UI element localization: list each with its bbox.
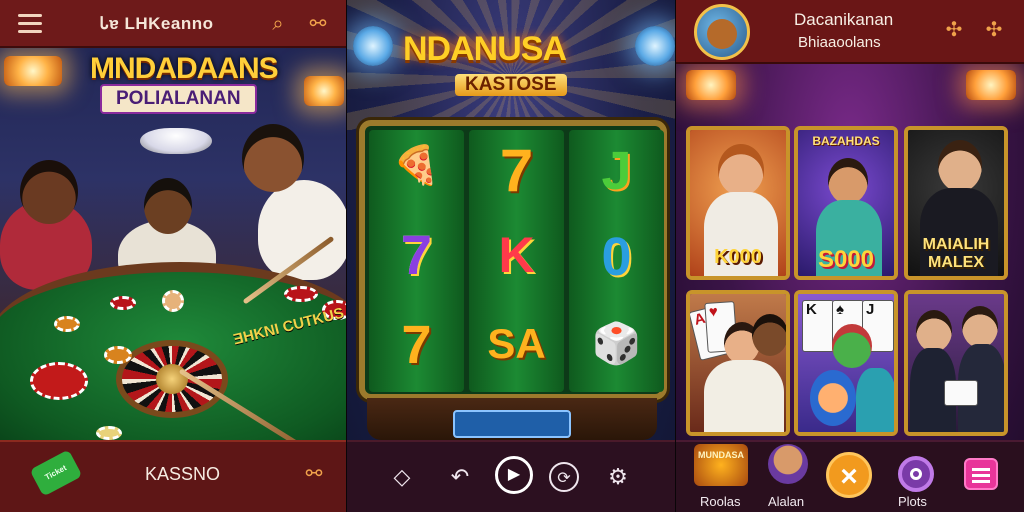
game-card-baccarat[interactable] bbox=[904, 290, 1008, 436]
settings-icon[interactable]: ⚙ bbox=[603, 462, 633, 492]
stage-light bbox=[4, 56, 62, 86]
casino-chip bbox=[110, 296, 136, 310]
casino-chip bbox=[162, 290, 184, 312]
seven-symbol: 7 bbox=[499, 137, 534, 204]
player-woman-head bbox=[20, 160, 78, 224]
hamburger-icon[interactable] bbox=[18, 14, 42, 34]
casino-chip bbox=[30, 362, 88, 400]
bottom-nav-avatar[interactable] bbox=[768, 444, 808, 484]
reel-3: J 0 🎲 bbox=[569, 130, 664, 392]
player-man-right bbox=[258, 180, 347, 280]
zero-symbol: 0 bbox=[601, 227, 632, 287]
game-card-jackpot[interactable]: K000 bbox=[686, 126, 790, 280]
sa-symbol: SA bbox=[487, 320, 546, 367]
card-title: BAZAHDAS bbox=[812, 134, 880, 148]
king-symbol: K bbox=[498, 227, 535, 283]
casino-table-screen: Ꮣɐ LHKeanno ⌕ ⚯ MNDADAANS POLIALANAN ƎHK… bbox=[0, 0, 347, 512]
pizza-symbol: 🍕 bbox=[392, 145, 441, 187]
game-card-poker[interactable]: A ♥ bbox=[686, 290, 790, 436]
menu-card-icon[interactable] bbox=[964, 458, 998, 490]
reel-2: 7 K SA bbox=[469, 130, 564, 392]
search-icon[interactable]: ⌕ bbox=[266, 12, 290, 36]
spin-button[interactable] bbox=[453, 410, 571, 438]
game-card-bonus[interactable]: BAZAHDAS S000 bbox=[794, 126, 898, 280]
stage-light bbox=[966, 70, 1016, 100]
player-man-center-head bbox=[144, 178, 192, 234]
dice-symbol: 🎲 bbox=[591, 322, 642, 366]
stage-light bbox=[635, 26, 675, 66]
undo-icon[interactable]: ↶ bbox=[445, 462, 475, 492]
reel-1: 🍕 7 7 bbox=[369, 130, 464, 392]
player-man-right-head bbox=[242, 124, 304, 192]
paper-note bbox=[944, 380, 978, 406]
bottom-nav-label: Roolas bbox=[700, 494, 741, 509]
top-bar: Dacanikanan Bhiaaoolans ✣ ✣ bbox=[676, 0, 1024, 64]
share-icon[interactable]: ✣ bbox=[982, 18, 1006, 42]
stage-light bbox=[304, 76, 344, 106]
seven-symbol: 7 bbox=[401, 315, 432, 375]
slot-logo-title: NDANUSA bbox=[403, 30, 567, 68]
game-card-dealer[interactable]: MAIALIH MALEX bbox=[904, 126, 1008, 280]
playing-card: K bbox=[802, 300, 834, 352]
slot-reels: 🍕 7 7 7 K SA J 0 🎲 bbox=[359, 120, 667, 400]
share-icon[interactable]: ⚯ bbox=[306, 12, 330, 36]
ceiling-lamp bbox=[140, 128, 212, 154]
settings-icon[interactable]: ✣ bbox=[942, 18, 966, 42]
bottom-nav-label: Alalan bbox=[768, 494, 805, 509]
page-subtitle: Bhiaaoolans bbox=[798, 34, 881, 51]
promo-logo-subtitle: POLIALANAN bbox=[100, 84, 257, 114]
stage-light bbox=[353, 26, 393, 66]
share-icon[interactable]: ⚯ bbox=[302, 462, 326, 486]
promo-logo-title: MNDADAANS bbox=[90, 52, 279, 85]
bottom-nav-label: Plots bbox=[898, 494, 927, 509]
play-icon[interactable]: ▶ bbox=[495, 456, 533, 494]
bottom-bar-label[interactable]: KASSNO bbox=[145, 464, 220, 485]
card-amount: MAIALIH MALEX bbox=[922, 236, 990, 271]
casino-chip bbox=[54, 316, 80, 332]
roulette-wheel[interactable] bbox=[116, 340, 228, 418]
card-amount: S000 bbox=[817, 246, 875, 273]
top-bar: Ꮣɐ LHKeanno ⌕ ⚯ bbox=[0, 0, 347, 48]
ring-icon[interactable] bbox=[898, 456, 934, 492]
seven-symbol: 7 bbox=[400, 223, 433, 286]
casino-chip bbox=[96, 426, 122, 440]
casino-chip bbox=[284, 286, 318, 302]
bottom-nav-games[interactable]: MUNDASA bbox=[694, 444, 748, 486]
slot-logo-subtitle: KASTOSE bbox=[455, 74, 567, 96]
refresh-icon[interactable]: ⟳ bbox=[549, 462, 579, 492]
casino-chip bbox=[104, 346, 132, 364]
game-card-blackjack[interactable]: K ♠ J bbox=[794, 290, 898, 436]
avatar[interactable] bbox=[694, 4, 750, 60]
live-dealer-screen: Dacanikanan Bhiaaoolans ✣ ✣ K000 BAZAHDA… bbox=[676, 0, 1024, 512]
diamond-icon[interactable]: ◇ bbox=[387, 462, 417, 492]
app-brand: Ꮣɐ LHKeanno bbox=[100, 14, 214, 33]
close-icon[interactable]: × bbox=[826, 452, 872, 498]
slot-machine-screen: NDANUSA KASTOSE 🍕 7 7 7 K SA J 0 🎲 ◇ ↶ ▶… bbox=[347, 0, 676, 512]
page-title: Dacanikanan bbox=[794, 10, 894, 29]
j-symbol: J bbox=[601, 141, 632, 201]
card-amount: K000 bbox=[714, 246, 762, 268]
stage-light bbox=[686, 70, 736, 100]
